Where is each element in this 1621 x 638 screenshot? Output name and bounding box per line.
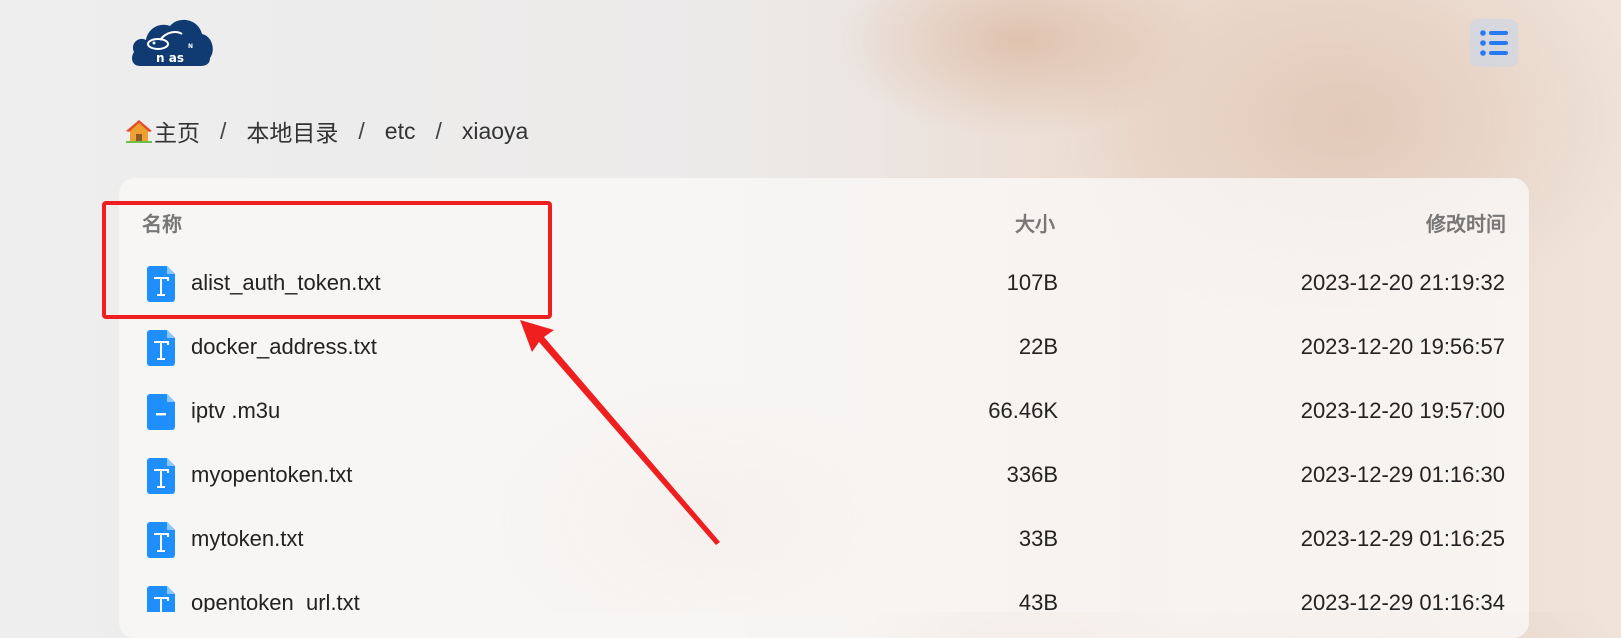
file-modified: 2023-12-29 01:16:34 <box>1300 590 1505 612</box>
file-size: 66.46K <box>988 398 1058 423</box>
breadcrumb-local-dir[interactable]: 本地目录 <box>246 114 338 148</box>
file-modified: 2023-12-20 19:56:57 <box>1300 334 1505 359</box>
nas-logo[interactable]: n as N <box>130 14 214 68</box>
generic-file-icon <box>147 394 175 430</box>
text-file-icon <box>147 522 175 558</box>
menu-button[interactable] <box>1470 19 1518 67</box>
file-size: 33B <box>1018 526 1058 551</box>
breadcrumb-xiaoya[interactable]: xiaoya <box>462 118 528 145</box>
file-row[interactable]: opentoken_url.txt 43B 2023-12-29 01:16:3… <box>119 570 1529 612</box>
breadcrumb-separator: / <box>358 117 365 144</box>
file-name[interactable]: opentoken_url.txt <box>191 590 360 612</box>
file-name[interactable]: docker_address.txt <box>191 334 377 360</box>
breadcrumb-separator: / <box>435 117 442 144</box>
annotation-arrow <box>520 320 720 545</box>
file-size: 22B <box>1018 334 1058 359</box>
file-modified: 2023-12-20 19:57:00 <box>1300 398 1505 423</box>
column-header-modified[interactable]: 修改时间 <box>1426 208 1506 237</box>
breadcrumb-home[interactable]: 主页 <box>126 114 200 148</box>
file-row[interactable]: docker_address.txt 22B 2023-12-20 19:56:… <box>119 314 1529 380</box>
house-icon <box>126 120 152 143</box>
file-row[interactable]: myopentoken.txt 336B 2023-12-29 01:16:30 <box>119 442 1529 508</box>
breadcrumb-separator: / <box>220 117 227 144</box>
column-header-size[interactable]: 大小 <box>1015 208 1055 237</box>
breadcrumb-home-label: 主页 <box>154 120 200 146</box>
file-name[interactable]: iptv .m3u <box>191 398 280 424</box>
list-icon <box>1480 30 1508 56</box>
file-modified: 2023-12-29 01:16:30 <box>1300 462 1505 487</box>
file-name[interactable]: mytoken.txt <box>191 526 303 552</box>
text-file-icon <box>147 586 175 612</box>
file-name[interactable]: myopentoken.txt <box>191 462 352 488</box>
text-file-icon <box>147 458 175 494</box>
breadcrumb-etc[interactable]: etc <box>385 118 416 145</box>
annotation-highlight-box <box>102 201 552 319</box>
file-size: 43B <box>1018 590 1058 612</box>
file-size: 107B <box>1006 270 1058 295</box>
file-row[interactable]: iptv .m3u 66.46K 2023-12-20 19:57:00 <box>119 378 1529 444</box>
file-modified: 2023-12-20 21:19:32 <box>1300 270 1505 295</box>
file-size: 336B <box>1006 462 1058 487</box>
svg-text:N: N <box>188 43 193 50</box>
text-file-icon <box>147 330 175 366</box>
file-modified: 2023-12-29 01:16:25 <box>1300 526 1505 551</box>
file-row[interactable]: mytoken.txt 33B 2023-12-29 01:16:25 <box>119 506 1529 572</box>
logo-text: n as <box>156 51 184 65</box>
breadcrumb: 主页 / 本地目录 / etc / xiaoya <box>126 113 528 149</box>
